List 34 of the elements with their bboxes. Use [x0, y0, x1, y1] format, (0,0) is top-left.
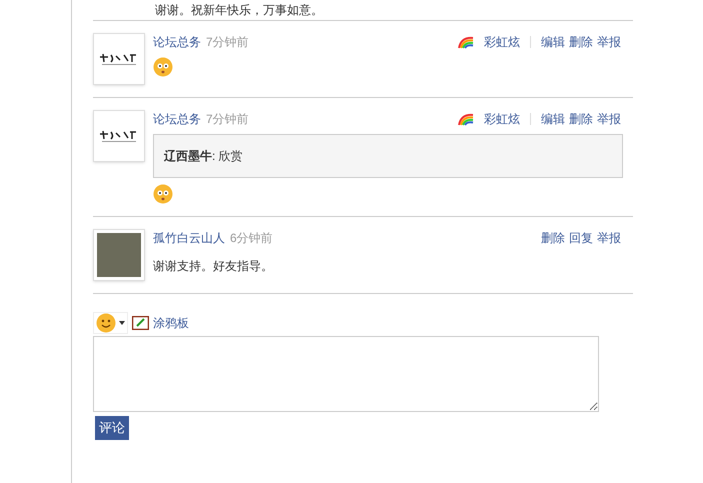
doodle-board-link[interactable]: 涂鸦板	[153, 314, 189, 332]
action-link[interactable]: 举报	[597, 110, 621, 128]
submit-comment-button[interactable]: 评论	[95, 416, 129, 440]
surprised-face-icon	[153, 184, 173, 204]
action-link[interactable]: 举报	[597, 33, 621, 51]
comment-text: 谢谢支持。好友指导。	[153, 258, 274, 275]
action-link[interactable]: 回复	[569, 229, 593, 247]
action-link[interactable]: 删除	[569, 33, 593, 51]
action-link[interactable]: 举报	[597, 229, 621, 247]
action-link[interactable]: 删除	[569, 110, 593, 128]
rainbow-link[interactable]: 彩虹炫	[484, 33, 520, 51]
post-time: 6分钟前	[230, 230, 273, 247]
action-link[interactable]: 编辑	[541, 110, 565, 128]
surprised-face-icon	[153, 57, 173, 77]
post-time: 7分钟前	[206, 111, 249, 128]
action-link[interactable]: 删除	[541, 229, 565, 247]
author-link[interactable]: 论坛总务	[153, 33, 201, 51]
comment-input-field[interactable]	[93, 336, 599, 412]
doodle-board-icon	[132, 316, 149, 330]
quote-text: 辽西墨牛: 欣赏	[164, 149, 243, 163]
rainbow-icon	[457, 35, 475, 49]
author-link[interactable]: 孤竹白云山人	[153, 229, 225, 247]
author-link[interactable]: 论坛总务	[153, 110, 201, 128]
smiley-icon	[96, 313, 116, 333]
caret-icon	[119, 321, 125, 325]
avatar-photo-placeholder	[93, 229, 145, 281]
avatar-logo-icon	[93, 33, 145, 85]
action-link[interactable]: 编辑	[541, 33, 565, 51]
avatar-logo-icon	[93, 110, 145, 162]
comment-text: 谢谢。祝新年快乐，万事如意。	[155, 3, 323, 19]
emoji-picker-button[interactable]	[93, 312, 128, 334]
rainbow-icon	[457, 112, 475, 126]
rainbow-link[interactable]: 彩虹炫	[484, 110, 520, 128]
post-time: 7分钟前	[206, 34, 249, 51]
